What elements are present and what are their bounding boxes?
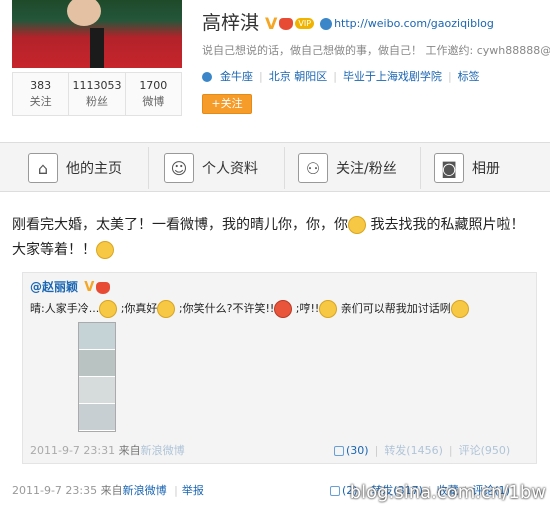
meta-separator: | — [174, 484, 178, 497]
avatar-face — [67, 0, 101, 26]
quoted-repost-link[interactable]: 转发(1456) — [384, 444, 443, 457]
quoted-actions: (30) | 转发(1456) | 评论(950) — [334, 442, 510, 458]
tab-home[interactable]: ⌂ 他的主页 — [28, 147, 122, 189]
stat-followers-count: 1113053 — [72, 79, 122, 92]
constellation-link[interactable]: 金牛座 — [220, 70, 253, 83]
quoted-like-button[interactable]: (30) — [346, 444, 369, 457]
tab-follow-fans-label: 关注/粉丝 — [336, 161, 397, 177]
photo-frame — [79, 404, 115, 431]
quoted-text-part: ;你真好 — [117, 302, 158, 315]
tab-album[interactable]: ◙ 相册 — [434, 147, 500, 189]
emoticon-icon — [450, 300, 469, 318]
like-icon — [334, 446, 344, 456]
user-info-icon — [202, 72, 212, 82]
crown-icon — [96, 281, 111, 294]
report-link[interactable]: 举报 — [182, 484, 204, 497]
meta-separator: | — [259, 70, 263, 83]
quoted-photo-thumbnail[interactable] — [78, 322, 116, 432]
quoted-text: 晴:人家手冷... ;你真好 ;你笑什么?不许笑!! ;哼!! 亲们可以帮我加讨… — [30, 300, 469, 318]
quoted-date[interactable]: 2011-9-7 23:31 — [30, 444, 115, 457]
stat-following-count: 383 — [30, 79, 52, 92]
tab-home-label: 他的主页 — [66, 161, 122, 177]
angry-emoticon-icon — [274, 300, 293, 318]
like-icon — [330, 486, 340, 496]
quoted-author-line: @赵丽颖 V — [30, 278, 111, 295]
profile-nav: ⌂ 他的主页 ☺ 个人资料 ⚇ 关注/粉丝 ◙ 相册 — [0, 142, 550, 192]
emoticon-icon — [96, 241, 114, 259]
stat-following-label: 关注 — [29, 95, 52, 108]
home-icon: ⌂ — [28, 153, 58, 183]
camera-icon: ◙ — [434, 153, 464, 183]
quoted-text-part: 晴:人家手冷... — [30, 302, 100, 315]
person-icon: ☺ — [164, 153, 194, 183]
avatar-tie — [90, 28, 104, 68]
tab-follow-fans[interactable]: ⚇ 关注/粉丝 — [298, 147, 397, 189]
stat-posts-label: 微博 — [142, 95, 165, 108]
tab-profile-label: 个人资料 — [202, 161, 258, 177]
profile-stats: 383 关注 1113053 粉丝 1700 微博 — [12, 72, 182, 116]
emoticon-icon — [157, 300, 176, 318]
location-link[interactable]: 北京 朝阳区 — [269, 70, 328, 83]
stat-followers[interactable]: 1113053 粉丝 — [69, 73, 126, 115]
vip-badge: VIP — [295, 18, 315, 29]
action-separator: | — [374, 444, 379, 457]
post-meta: 2011-9-7 23:35 来自新浪微博 | 举报 — [12, 482, 204, 498]
profile-header-line: 高梓淇 V VIP http://weibo.com/gaoziqiblog — [202, 8, 494, 35]
quoted-meta: 2011-9-7 23:31 来自新浪微博 — [30, 442, 185, 458]
profile-meta: 金牛座 | 北京 朝阳区 | 毕业于上海戏剧学院 | 标签 — [202, 68, 480, 84]
follow-button[interactable]: +关注 — [202, 94, 252, 114]
quoted-comment-link[interactable]: 评论(950) — [459, 444, 511, 457]
school-link[interactable]: 毕业于上海戏剧学院 — [343, 70, 442, 83]
quoted-author-link[interactable]: @赵丽颖 — [30, 280, 78, 294]
profile-name: 高梓淇 — [202, 12, 260, 34]
stat-followers-label: 粉丝 — [85, 95, 108, 108]
emoticon-icon — [319, 300, 338, 318]
post-text: 刚看完大婚，太美了！一看微博，我的晴儿你，你，你 我去找我的私藏照片啦！大家等着… — [12, 213, 537, 263]
people-icon: ⚇ — [298, 153, 328, 183]
stat-posts-count: 1700 — [139, 79, 168, 92]
globe-icon — [320, 17, 333, 30]
stat-following[interactable]: 383 关注 — [13, 73, 70, 115]
quoted-source-link[interactable]: 新浪微博 — [141, 444, 185, 457]
photo-frame — [79, 350, 115, 377]
quoted-verified-badge: V — [84, 280, 95, 295]
emoticon-icon — [348, 216, 366, 234]
quoted-text-part: ;哼!! — [292, 302, 320, 315]
tab-profile[interactable]: ☺ 个人资料 — [164, 147, 258, 189]
tab-album-label: 相册 — [472, 161, 500, 177]
stat-posts[interactable]: 1700 微博 — [126, 73, 181, 115]
quoted-text-part: ;你笑什么?不许笑!! — [175, 302, 275, 315]
post-text-part1: 刚看完大婚，太美了！一看微博，我的晴儿你，你，你 — [12, 217, 348, 233]
post-from-label: 来自 — [100, 484, 123, 497]
profile-avatar[interactable] — [12, 0, 182, 68]
photo-frame — [79, 323, 115, 350]
verified-badge: V — [265, 14, 278, 33]
profile-url-link[interactable]: http://weibo.com/gaoziqiblog — [334, 17, 494, 30]
profile-bio: 说自己想说的话，做自己想做的事，做自己！ 工作邀约: cywh88888@ — [202, 44, 550, 57]
quoted-text-part: 亲们可以帮我加讨话咧 — [337, 302, 451, 315]
crown-icon — [279, 17, 294, 30]
tags-link[interactable]: 标签 — [458, 70, 480, 83]
tab-divider — [148, 147, 149, 189]
action-separator: | — [448, 444, 453, 457]
meta-separator: | — [333, 70, 337, 83]
photo-frame — [79, 377, 115, 404]
quoted-from-label: 来自 — [118, 444, 141, 457]
watermark: blog.sina.com.cn/1bw — [349, 482, 546, 503]
post-date[interactable]: 2011-9-7 23:35 — [12, 484, 97, 497]
post-source-link[interactable]: 新浪微博 — [123, 484, 167, 497]
meta-separator: | — [447, 70, 452, 83]
tab-divider — [284, 147, 285, 189]
tab-divider — [420, 147, 421, 189]
emoticon-icon — [99, 300, 118, 318]
